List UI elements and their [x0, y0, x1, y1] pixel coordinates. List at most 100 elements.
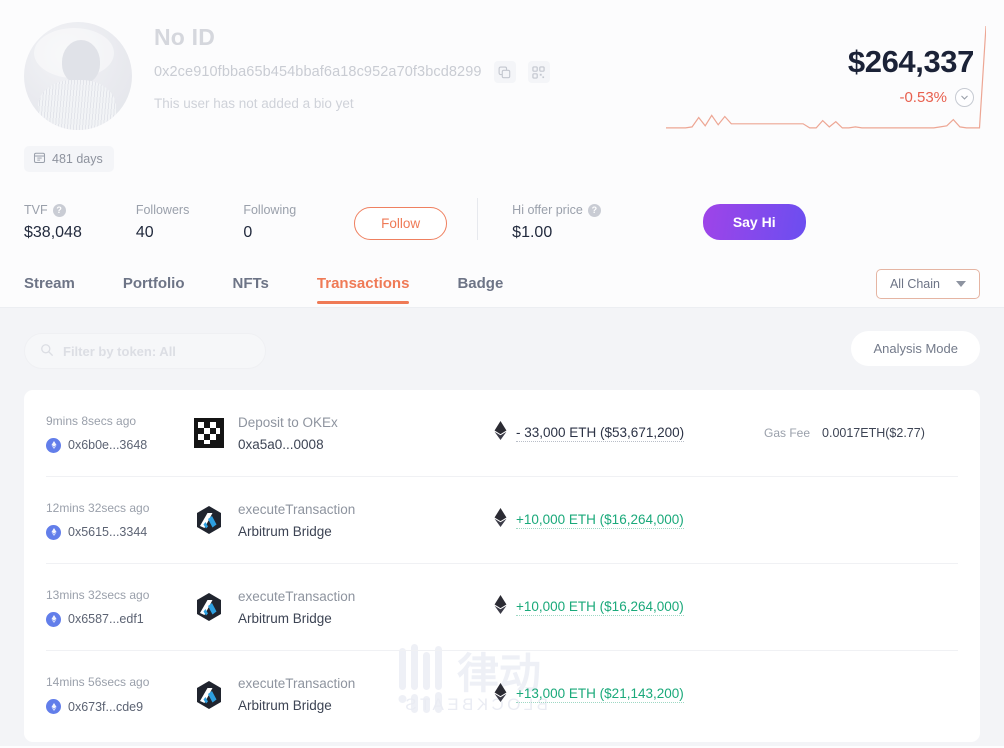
stat-following-label-row: Following — [243, 203, 296, 217]
tx-hash: 0x6587...edf1 — [68, 612, 144, 626]
stat-value: $38,048 — [24, 224, 82, 242]
tx-amount-cell: +10,000 ETH ($16,264,000) — [494, 508, 764, 532]
tx-hash-row[interactable]: 0x5615...3344 — [46, 525, 194, 540]
tx-hash: 0x5615...3344 — [68, 525, 147, 539]
tx-timestamp: 12mins 32secs ago — [46, 501, 194, 515]
ethereum-token-icon — [494, 683, 507, 707]
user-placeholder-avatar[interactable] — [24, 22, 132, 130]
calendar-icon — [33, 151, 46, 167]
profile-tabs: Stream Portfolio NFTs Transactions Badge… — [0, 262, 1004, 308]
tx-protocol-cell: executeTransaction Arbitrum Bridge — [194, 502, 494, 539]
tx-time-cell: 14mins 56secs ago 0x673f...cde9 — [46, 675, 194, 714]
avatar-body-shape — [38, 80, 116, 130]
stat-label: Hi offer price — [512, 203, 583, 217]
stat-value: $1.00 — [512, 224, 601, 242]
help-icon[interactable]: ? — [53, 204, 66, 217]
tx-hash: 0x6b0e...3648 — [68, 438, 147, 452]
search-input[interactable]: Filter by token: All — [24, 333, 266, 369]
stat-hi-offer-price: Hi offer price ? $1.00 — [512, 203, 601, 242]
tab-portfolio[interactable]: Portfolio — [123, 265, 185, 304]
ethereum-chain-icon — [46, 525, 61, 540]
tx-protocol-text: executeTransaction Arbitrum Bridge — [238, 589, 355, 626]
tx-amount[interactable]: - 33,000 ETH ($53,671,200) — [516, 425, 684, 442]
stat-label: TVF — [24, 203, 48, 217]
table-row[interactable]: 13mins 32secs ago 0x6587...edf1 — [46, 564, 958, 651]
profile-header: No ID 0x2ce910fbba65b454bbaf6a18c952a70f… — [0, 0, 1004, 262]
tx-hash-row[interactable]: 0x6b0e...3648 — [46, 438, 194, 453]
stats-divider — [477, 198, 478, 240]
say-hi-button[interactable]: Say Hi — [703, 204, 806, 240]
tx-time-cell: 13mins 32secs ago 0x6587...edf1 — [46, 588, 194, 627]
tx-protocol-text: executeTransaction Arbitrum Bridge — [238, 502, 355, 539]
help-icon[interactable]: ? — [588, 204, 601, 217]
tab-nfts[interactable]: NFTs — [233, 265, 269, 304]
tx-protocol: Arbitrum Bridge — [238, 698, 355, 713]
analysis-mode-button[interactable]: Analysis Mode — [851, 331, 980, 366]
okex-icon — [194, 418, 224, 448]
stat-tvf: TVF ? $38,048 — [24, 203, 82, 242]
tx-amount[interactable]: +10,000 ETH ($16,264,000) — [516, 599, 684, 616]
wallet-address: 0x2ce910fbba65b454bbaf6a18c952a70f3bcd82… — [154, 64, 482, 80]
ethereum-chain-icon — [46, 612, 61, 627]
tx-protocol-cell: Deposit to OKEx 0xa5a0...0008 — [194, 415, 494, 452]
stat-following[interactable]: Following 0 — [243, 203, 296, 242]
tx-timestamp: 9mins 8secs ago — [46, 414, 194, 428]
stat-tvf-label-row: TVF ? — [24, 203, 82, 217]
tab-stream[interactable]: Stream — [24, 265, 75, 304]
tx-protocol: Arbitrum Bridge — [238, 611, 355, 626]
tx-protocol-text: executeTransaction Arbitrum Bridge — [238, 676, 355, 713]
transactions-list: 9mins 8secs ago 0x6b0e...3648 — [24, 390, 980, 742]
stat-label: Following — [243, 203, 296, 217]
portfolio-value-block: $264,337 -0.53% — [666, 18, 986, 138]
hi-offer-label-row: Hi offer price ? — [512, 203, 601, 217]
tx-protocol-cell: executeTransaction Arbitrum Bridge — [194, 676, 494, 713]
tx-amount[interactable]: +13,000 ETH ($21,143,200) — [516, 686, 684, 703]
chain-filter-dropdown[interactable]: All Chain — [876, 269, 980, 299]
tx-action: executeTransaction — [238, 502, 355, 517]
transactions-panel: Filter by token: All Analysis Mode 律动 BL… — [0, 308, 1004, 746]
tx-amount-cell: +10,000 ETH ($16,264,000) — [494, 595, 764, 619]
avatar-head-shape — [62, 40, 100, 84]
tx-action: executeTransaction — [238, 676, 355, 691]
tab-badge[interactable]: Badge — [457, 265, 503, 304]
tx-hash: 0x673f...cde9 — [68, 700, 143, 714]
table-row[interactable]: 12mins 32secs ago 0x5615...3344 — [46, 477, 958, 564]
tx-protocol-text: Deposit to OKEx 0xa5a0...0008 — [238, 415, 338, 452]
tx-action: Deposit to OKEx — [238, 415, 338, 430]
ethereum-token-icon — [494, 508, 507, 532]
transactions-toolbar: Filter by token: All Analysis Mode — [24, 330, 980, 372]
follow-button[interactable]: Follow — [354, 207, 447, 240]
tx-protocol: 0xa5a0...0008 — [238, 437, 338, 452]
portfolio-change-row: -0.53% — [666, 88, 986, 107]
tx-timestamp: 13mins 32secs ago — [46, 588, 194, 602]
tx-protocol: Arbitrum Bridge — [238, 524, 355, 539]
ethereum-chain-icon — [46, 699, 61, 714]
copy-icon[interactable] — [494, 61, 516, 83]
qr-code-icon[interactable] — [528, 61, 550, 83]
tx-time-cell: 12mins 32secs ago 0x5615...3344 — [46, 501, 194, 540]
search-placeholder: Filter by token: All — [63, 344, 176, 359]
arbitrum-icon — [194, 505, 224, 535]
stat-label: Followers — [136, 203, 190, 217]
tx-action: executeTransaction — [238, 589, 355, 604]
profile-page: No ID 0x2ce910fbba65b454bbaf6a18c952a70f… — [0, 0, 1004, 748]
ethereum-token-icon — [494, 421, 507, 445]
chevron-down-circle-icon[interactable] — [955, 88, 974, 107]
portfolio-change: -0.53% — [899, 89, 947, 106]
stat-followers[interactable]: Followers 40 — [136, 203, 190, 242]
table-row[interactable]: 14mins 56secs ago 0x673f...cde9 — [46, 651, 958, 738]
tx-protocol-cell: executeTransaction Arbitrum Bridge — [194, 589, 494, 626]
tab-transactions[interactable]: Transactions — [317, 265, 410, 304]
tx-amount-cell: - 33,000 ETH ($53,671,200) — [494, 421, 764, 445]
stat-value: 40 — [136, 224, 190, 242]
tx-amount[interactable]: +10,000 ETH ($16,264,000) — [516, 512, 684, 529]
table-row[interactable]: 9mins 8secs ago 0x6b0e...3648 — [46, 390, 958, 477]
chain-filter-label: All Chain — [890, 277, 940, 291]
account-age-badge: 481 days — [24, 146, 114, 172]
stat-value: 0 — [243, 224, 296, 242]
tx-hash-row[interactable]: 0x673f...cde9 — [46, 699, 194, 714]
account-age-label: 481 days — [52, 152, 103, 166]
tx-hash-row[interactable]: 0x6587...edf1 — [46, 612, 194, 627]
gas-fee-label: Gas Fee — [764, 426, 810, 440]
tx-amount-cell: +13,000 ETH ($21,143,200) — [494, 683, 764, 707]
